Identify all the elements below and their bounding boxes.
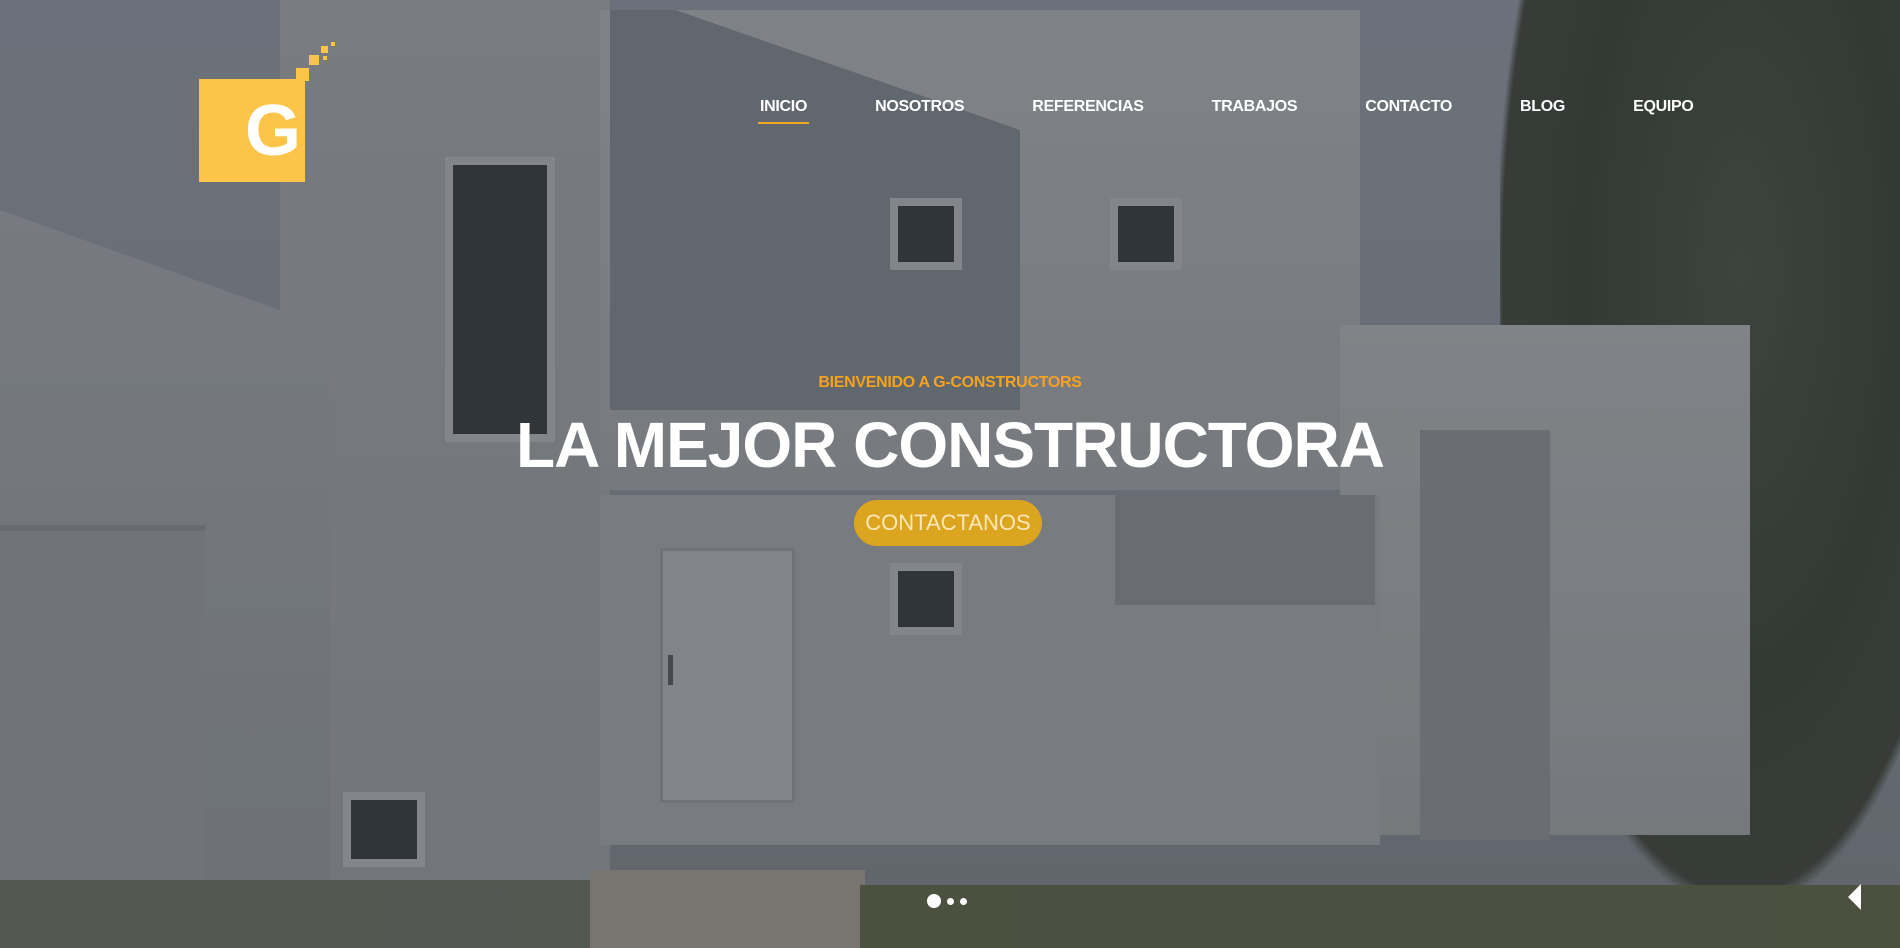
- contact-button[interactable]: CONTACTANOS: [854, 500, 1042, 546]
- nav-item-nosotros[interactable]: NOSOTROS: [875, 96, 964, 124]
- main-nav: INICIO NOSOTROS REFERENCIAS TRABAJOS CON…: [743, 96, 1694, 124]
- hero-headline: LA MEJOR CONSTRUCTORA: [516, 409, 1385, 481]
- logo-letter: G: [245, 91, 302, 171]
- hero-slider: G INICIO NOSOTROS REFERENCIAS TRABAJOS C…: [0, 0, 1900, 948]
- slider-dot-1[interactable]: [927, 894, 941, 908]
- nav-item-equipo[interactable]: EQUIPO: [1633, 96, 1694, 124]
- nav-item-referencias[interactable]: REFERENCIAS: [1032, 96, 1144, 124]
- site-logo[interactable]: G: [199, 40, 339, 182]
- hero-kicker: BIENVENIDO A G-CONSTRUCTORS: [818, 374, 1082, 391]
- nav-item-blog[interactable]: BLOG: [1520, 96, 1565, 124]
- nav-item-trabajos[interactable]: TRABAJOS: [1212, 96, 1298, 124]
- slider-pagination: [927, 894, 967, 908]
- nav-item-inicio[interactable]: INICIO: [757, 96, 810, 124]
- slider-dot-3[interactable]: [960, 897, 967, 905]
- nav-item-contacto[interactable]: CONTACTO: [1365, 96, 1452, 124]
- slider-dot-2[interactable]: [947, 897, 954, 905]
- chevron-left-icon[interactable]: [1848, 884, 1861, 910]
